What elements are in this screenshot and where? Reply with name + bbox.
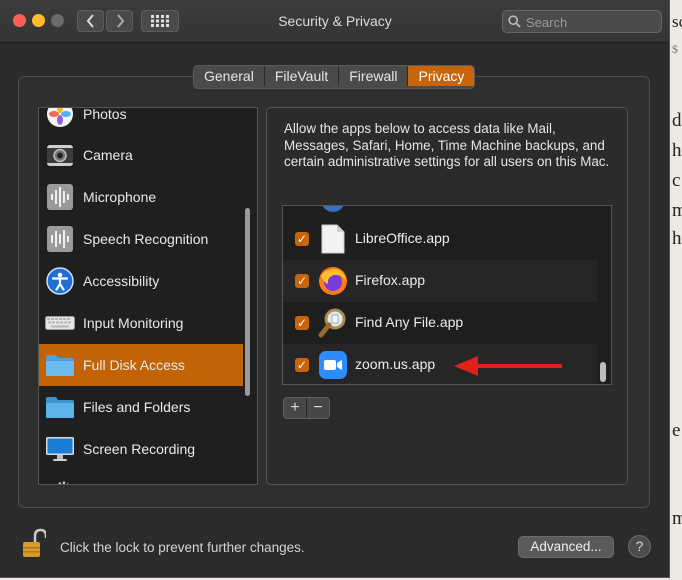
firefox-icon — [318, 266, 348, 296]
tab-filevault[interactable]: FileVault — [265, 66, 340, 86]
microphone-icon — [45, 182, 75, 212]
sidebar-item-input-monitoring[interactable]: Input Monitoring — [39, 302, 243, 344]
zoom-icon — [318, 350, 348, 380]
sidebar-item-label: Files and Folders — [83, 399, 191, 415]
remove-app-button[interactable]: − — [307, 398, 329, 418]
background-text-fragment: $ — [672, 42, 678, 56]
sidebar-item-microphone[interactable]: Microphone — [39, 176, 243, 218]
background-text-fragment: e — [672, 420, 681, 441]
tab-general[interactable]: General — [194, 66, 265, 86]
advanced-button[interactable]: Advanced... — [518, 536, 614, 558]
sidebar-item-label: Microphone — [83, 189, 157, 205]
tab-privacy[interactable]: Privacy — [408, 66, 475, 86]
sidebar-item-label: Photos — [83, 107, 127, 122]
app-checkbox[interactable]: ✓ — [295, 358, 309, 372]
app-label: Firefox.app — [355, 272, 426, 288]
sidebar-item-accessibility[interactable]: Accessibility — [39, 260, 243, 302]
search-icon — [508, 15, 521, 28]
sidebar-item-screen-recording[interactable]: Screen Recording — [39, 428, 243, 470]
accessibility-icon — [45, 266, 75, 296]
tab-bar: General FileVault Firewall Privacy — [193, 65, 476, 89]
list-item[interactable]: ✓ LibreOffice.app — [283, 218, 597, 260]
sidebar-item-full-disk-access[interactable]: Full Disk Access — [39, 344, 243, 386]
privacy-category-list[interactable]: Photos Camera Microphone Speech Recognit… — [38, 107, 258, 485]
app-label: zoom.us.app — [355, 356, 436, 372]
gear-icon — [53, 476, 73, 484]
tab-firewall[interactable]: Firewall — [339, 66, 409, 86]
sidebar-item-label: Screen Recording — [83, 441, 196, 457]
security-privacy-window: Security & Privacy General FileVault Fir… — [0, 0, 670, 578]
help-button[interactable]: ? — [628, 535, 651, 558]
lock-icon[interactable] — [22, 528, 48, 560]
add-remove-control: + − — [283, 397, 330, 419]
list-item[interactable]: ✓ Find Any File.app — [283, 302, 597, 344]
background-text-fragment: c — [672, 170, 681, 191]
keyboard-icon — [45, 308, 75, 338]
folder-icon — [45, 350, 75, 380]
sidebar-item-label: Accessibility — [83, 273, 160, 289]
app-label: Find Any File.app — [355, 314, 464, 330]
find-any-file-icon — [318, 308, 348, 338]
sidebar-item-label: Camera — [83, 147, 133, 163]
sidebar-item-files-and-folders[interactable]: Files and Folders — [39, 386, 243, 428]
camera-icon — [45, 140, 75, 170]
app-list-scrollbar[interactable] — [600, 362, 606, 382]
app-label: LibreOffice.app — [355, 230, 450, 246]
app-checkbox[interactable]: ✓ — [295, 274, 309, 288]
list-item[interactable]: ✓ Firefox.app — [283, 260, 597, 302]
sidebar-item-speech-recognition[interactable]: Speech Recognition — [39, 218, 243, 260]
lock-status-text: Click the lock to prevent further change… — [60, 540, 305, 555]
sidebar-item-camera[interactable]: Camera — [39, 134, 243, 176]
partial-app-icon — [319, 206, 347, 217]
display-icon — [45, 434, 75, 464]
red-arrow-annotation-icon — [454, 356, 562, 376]
sidebar-item-label: Full Disk Access — [83, 357, 185, 373]
sidebar-item-label: Speech Recognition — [83, 231, 209, 247]
background-text-fragment: d — [672, 110, 682, 131]
background-text-fragment: he — [672, 140, 682, 161]
title-bar: Security & Privacy — [0, 0, 669, 43]
add-app-button[interactable]: + — [284, 398, 307, 418]
background-text-fragment: sc — [672, 12, 682, 31]
app-checkbox[interactable]: ✓ — [295, 232, 309, 246]
libreoffice-icon — [318, 224, 348, 254]
speech-recognition-icon — [45, 224, 75, 254]
search-input[interactable] — [524, 13, 658, 32]
sidebar-item-label: Input Monitoring — [83, 315, 184, 331]
full-disk-access-description: Allow the apps below to access data like… — [284, 121, 610, 169]
sidebar-scrollbar[interactable] — [245, 208, 250, 396]
search-field[interactable] — [502, 10, 662, 33]
background-text-fragment: m — [672, 508, 682, 529]
photos-icon — [45, 108, 75, 129]
background-text-fragment: m — [672, 200, 682, 221]
folder-icon — [45, 392, 75, 422]
background-text-fragment: he — [672, 228, 682, 249]
app-checkbox[interactable]: ✓ — [295, 316, 309, 330]
sidebar-item-photos[interactable]: Photos — [39, 107, 243, 135]
